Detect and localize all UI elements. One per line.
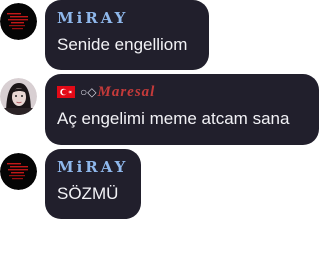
message-bubble[interactable]: MiRAY SÖZMÜ [45,149,141,219]
miray-avatar-icon[interactable] [0,3,37,40]
miray-avatar-icon[interactable] [0,153,37,190]
message-text: SÖZMÜ [57,184,119,203]
message-text: Aç engelimi meme atcam sana [57,109,290,128]
message-text: Senide engelliom [57,35,188,54]
sender-decoration: ○◇ [80,85,97,99]
sender-name[interactable]: MiRAY [57,158,129,176]
turkey-flag-icon [57,86,75,98]
sender-name[interactable]: ○◇ Maresal [57,83,307,101]
chat-thread: MiRAY Senide engelliom ○◇ Maresal Aç eng… [0,0,320,270]
message-bubble[interactable]: ○◇ Maresal Aç engelimi meme atcam sana [45,74,319,145]
maresal-avatar-icon[interactable] [0,78,37,115]
sender-name[interactable]: MiRAY [57,9,197,27]
message-bubble[interactable]: MiRAY Senide engelliom [45,0,209,70]
